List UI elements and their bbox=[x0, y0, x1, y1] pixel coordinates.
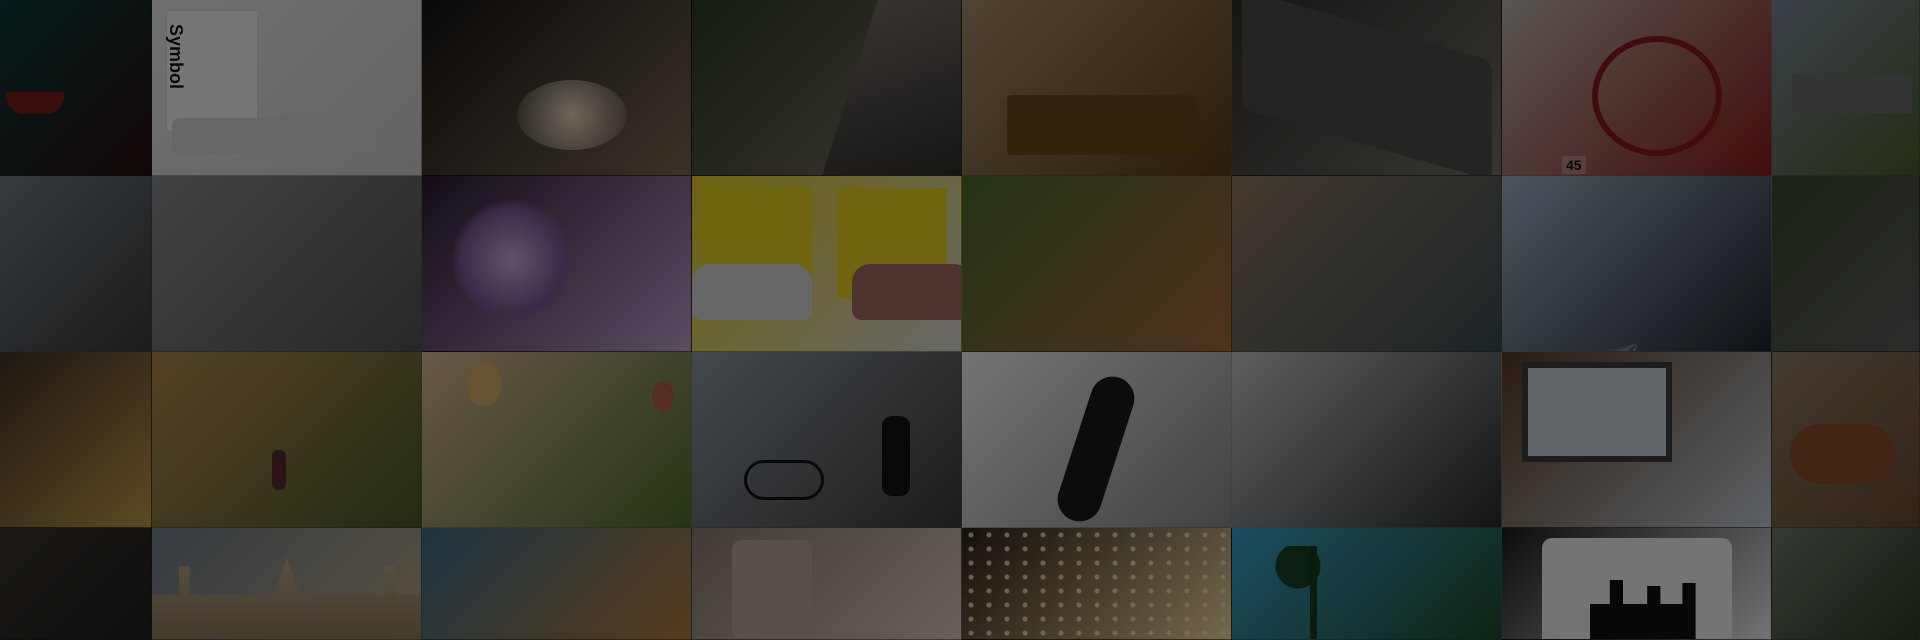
stage-glow-shape bbox=[517, 80, 627, 150]
bicycle-shape bbox=[744, 460, 824, 500]
photo-tile bbox=[1232, 528, 1502, 640]
photo-tile bbox=[1232, 352, 1502, 528]
string-lights-shape bbox=[962, 528, 1231, 639]
photo-tile bbox=[962, 352, 1232, 528]
photo-tile bbox=[1772, 176, 1920, 352]
bench-shape bbox=[1007, 95, 1197, 155]
tricycle-shape bbox=[1592, 36, 1722, 156]
photo-mosaic: Symbol 45 bbox=[0, 0, 1920, 640]
photo-tile bbox=[1502, 528, 1772, 640]
photo-tile bbox=[1772, 0, 1920, 176]
runner-shape bbox=[272, 450, 286, 490]
photo-tile bbox=[0, 0, 152, 176]
laptop-shape bbox=[172, 118, 372, 154]
laptop-shape bbox=[1522, 362, 1672, 462]
balloon-shape bbox=[652, 382, 674, 410]
cathedral-shape bbox=[152, 558, 421, 639]
photo-tile bbox=[422, 176, 692, 352]
house-number: 45 bbox=[1562, 156, 1586, 174]
castle-shape bbox=[1792, 75, 1912, 113]
photo-tile bbox=[962, 528, 1232, 640]
photo-tile bbox=[1772, 528, 1920, 640]
notebook-label: Symbol bbox=[166, 24, 186, 90]
photo-tile bbox=[962, 0, 1232, 176]
coffee-cup-shape bbox=[732, 540, 812, 639]
photo-tile bbox=[152, 528, 422, 640]
light-beams-shape bbox=[1502, 176, 1771, 351]
palm-tree-shape bbox=[1262, 546, 1382, 639]
photo-tile bbox=[152, 176, 422, 352]
photo-tile bbox=[962, 176, 1232, 352]
car-right-shape bbox=[852, 264, 961, 320]
balloon-shape bbox=[467, 362, 501, 406]
photo-tile bbox=[152, 352, 422, 528]
photo-tile bbox=[692, 528, 962, 640]
photo-tile: 45 bbox=[1502, 0, 1772, 176]
photo-tile bbox=[692, 0, 962, 176]
photo-tile bbox=[0, 176, 152, 352]
person-silhouette bbox=[882, 416, 910, 496]
photo-tile bbox=[1232, 0, 1502, 176]
photo-tile bbox=[0, 352, 152, 528]
flower-shape bbox=[452, 200, 572, 320]
photo-tile bbox=[422, 0, 692, 176]
car-left-shape bbox=[692, 264, 812, 320]
photo-tile bbox=[692, 352, 962, 528]
photo-tile bbox=[692, 176, 962, 352]
photo-tile: Symbol bbox=[152, 0, 422, 176]
photo-tile bbox=[1232, 176, 1502, 352]
pedal-shape bbox=[1242, 0, 1492, 175]
photo-tile bbox=[0, 528, 152, 640]
skateboard-shape bbox=[1051, 370, 1141, 527]
photo-tile bbox=[1502, 352, 1772, 528]
cow-shape bbox=[1790, 424, 1895, 484]
photo-tile bbox=[1502, 176, 1772, 352]
boat-shape bbox=[6, 92, 64, 114]
photo-tile bbox=[422, 352, 692, 528]
cliff-shape bbox=[822, 0, 961, 175]
photo-tile bbox=[1772, 352, 1920, 528]
photo-tile bbox=[422, 528, 692, 640]
